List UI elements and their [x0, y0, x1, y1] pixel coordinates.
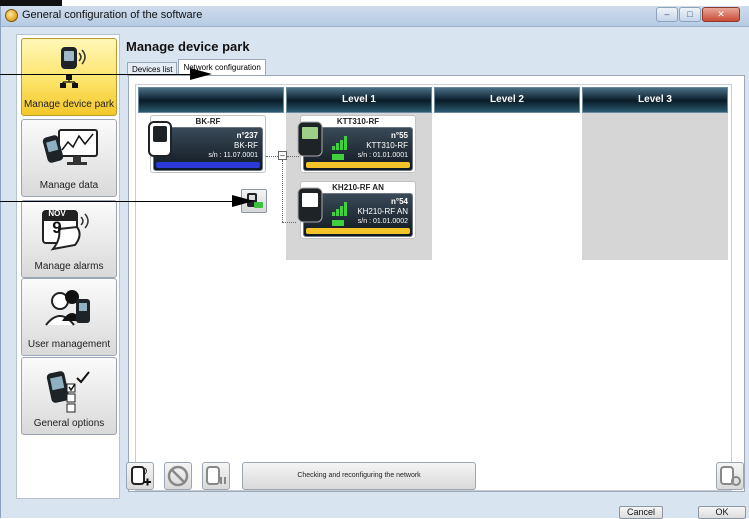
minimize-button[interactable]: –	[656, 7, 678, 22]
level-header-root	[138, 87, 284, 113]
arrow-head-icon	[190, 68, 212, 80]
signal-strength-icon	[332, 202, 347, 216]
battery-icon	[332, 154, 344, 160]
bottom-toolbar: Checking and reconfiguring the network	[126, 462, 747, 496]
sidebar: Manage device park Manage data NOV 9 Man…	[16, 34, 120, 499]
calendar-month: NOV	[48, 209, 66, 218]
connector-line	[282, 222, 296, 224]
device-pause-button[interactable]	[202, 462, 230, 490]
signal-strength-icon	[332, 136, 347, 150]
calendar-day: 9	[52, 218, 62, 237]
nav-label: User management	[27, 339, 111, 350]
nav-manage-alarms[interactable]: NOV 9 Manage alarms	[21, 200, 117, 278]
device-settings-icon	[720, 466, 741, 486]
network-grid: Level 1 Level 2 Level 3 BK-RF n°237 BK-R…	[135, 84, 732, 491]
level3-column	[582, 113, 728, 260]
forbidden-icon	[167, 465, 189, 487]
device-network-icon	[60, 47, 86, 88]
arrow-head-icon	[232, 195, 254, 207]
connector-line	[282, 160, 284, 222]
device-model: KH210-RF AN	[357, 207, 408, 216]
ok-button[interactable]: OK	[698, 506, 746, 519]
title-bar: General configuration of the software – …	[1, 6, 749, 27]
device-card-level1-2[interactable]: KH210-RF AN n°54 KH210-RF AN s/n : 01.01…	[297, 181, 416, 239]
close-button[interactable]: ✕	[702, 7, 740, 22]
annotation-line	[0, 74, 200, 75]
add-device-icon	[131, 466, 151, 486]
battery-icon	[332, 220, 344, 226]
window-title: General configuration of the software	[22, 9, 203, 21]
nav-manage-data[interactable]: Manage data	[21, 119, 117, 197]
device-number: n°54	[391, 197, 408, 206]
device-card-root[interactable]: BK-RF n°237 BK-RF s/n : 11.07.0001	[148, 115, 266, 173]
device-number: n°55	[391, 131, 408, 140]
remove-device-button[interactable]	[164, 462, 192, 490]
options-device-icon	[46, 371, 90, 413]
device-status-bar	[156, 162, 260, 168]
device-model: BK-RF	[234, 141, 258, 150]
device-serial: s/n : 01.01.0002	[357, 218, 408, 225]
device-number: n°237	[236, 131, 258, 140]
page-title: Manage device park	[126, 39, 250, 54]
device-thumbnail-icon	[148, 121, 172, 157]
device-serial: s/n : 01.01.0001	[357, 152, 408, 159]
device-settings-button[interactable]	[716, 462, 744, 490]
device-status-bar	[306, 162, 410, 168]
level-header-1: Level 1	[286, 87, 432, 113]
device-serial: s/n : 11.07.0001	[208, 152, 258, 159]
window-controls: – □ ✕	[656, 7, 740, 22]
level-header-2: Level 2	[434, 87, 580, 113]
device-thumbnail-icon	[297, 121, 323, 157]
network-panel: Level 1 Level 2 Level 3 BK-RF n°237 BK-R…	[128, 75, 745, 492]
app-logo-icon	[5, 9, 18, 22]
nav-general-options[interactable]: General options	[21, 357, 117, 435]
nav-label: Manage data	[39, 180, 99, 191]
device-pause-icon	[206, 466, 226, 485]
cancel-button[interactable]: Cancel	[619, 506, 663, 519]
device-status-bar	[306, 228, 410, 234]
collapse-toggle-icon[interactable]: –	[278, 151, 287, 160]
nav-label: Manage device park	[23, 99, 115, 110]
connector-line	[266, 156, 278, 158]
nav-manage-device-park[interactable]: Manage device park	[21, 38, 117, 116]
chart-monitor-icon	[42, 129, 98, 165]
level-header-3: Level 3	[582, 87, 728, 113]
users-icon	[45, 290, 90, 326]
device-thumbnail-icon	[297, 187, 323, 223]
device-card-level1-1[interactable]: KTT310-RF n°55 KTT310-RF s/n : 01.01.000…	[297, 115, 416, 173]
nav-label: Manage alarms	[34, 261, 104, 272]
check-reconfigure-network-button[interactable]: Checking and reconfiguring the network	[242, 462, 476, 490]
maximize-button[interactable]: □	[679, 7, 701, 22]
nav-label: General options	[33, 418, 105, 429]
device-model: KTT310-RF	[366, 141, 408, 150]
nav-user-management[interactable]: User management	[21, 278, 117, 356]
add-device-button[interactable]	[126, 462, 154, 490]
main-content: Manage device park Devices list Network …	[120, 34, 749, 518]
annotation-line	[0, 201, 240, 202]
